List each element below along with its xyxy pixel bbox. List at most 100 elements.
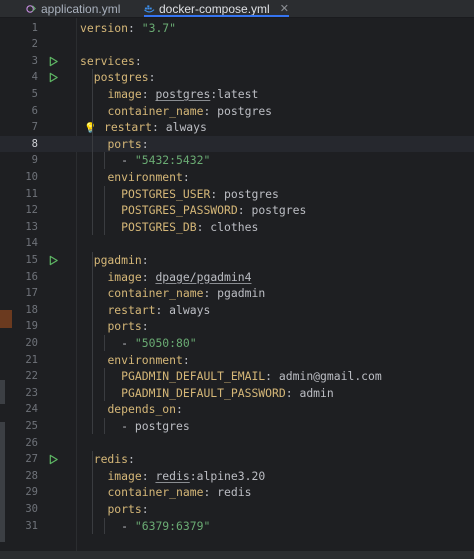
- line-number: 16: [25, 270, 38, 283]
- code-text: services:: [80, 53, 142, 70]
- line-number: 21: [25, 353, 38, 366]
- close-icon[interactable]: ✕: [280, 2, 289, 15]
- run-service-icon[interactable]: [48, 454, 59, 465]
- code-line[interactable]: 24 depends_on:: [0, 401, 474, 418]
- left-marker: [0, 380, 5, 404]
- code-line[interactable]: 10 environment:: [0, 169, 474, 186]
- code-line[interactable]: 25 - postgres: [0, 418, 474, 435]
- indent-guide: [104, 368, 105, 402]
- code-line[interactable]: 29 container_name: redis: [0, 484, 474, 501]
- tab-label: application.yml: [41, 1, 121, 16]
- code-line[interactable]: 31 - "6379:6379": [0, 518, 474, 535]
- code-text: - "5050:80": [80, 335, 197, 352]
- line-number: 25: [25, 419, 38, 432]
- line-number: 5: [31, 87, 38, 100]
- yaml-string: "6379:6379": [134, 518, 211, 533]
- code-line[interactable]: 1 version: "3.7": [0, 20, 474, 37]
- yaml-value: : admin: [285, 385, 334, 400]
- yaml-key: ports: [107, 319, 142, 334]
- code-line[interactable]: 20 - "5050:80": [0, 335, 474, 352]
- indent-guide: [92, 251, 93, 435]
- yaml-value: postgres: [155, 86, 211, 101]
- code-line[interactable]: 13 POSTGRES_DB: clothes: [0, 219, 474, 236]
- run-service-icon[interactable]: [48, 56, 59, 67]
- code-text: container_name: redis: [80, 484, 251, 501]
- run-service-icon[interactable]: [48, 255, 59, 266]
- code-line[interactable]: 8 ports:: [0, 135, 474, 153]
- line-number: 31: [25, 519, 38, 532]
- code-line[interactable]: 11 POSTGRES_USER: postgres: [0, 186, 474, 203]
- yaml-value: :: [141, 86, 156, 101]
- line-number: 22: [25, 370, 38, 383]
- tab-application-yml[interactable]: application.yml: [26, 0, 120, 17]
- code-line[interactable]: 6 container_name: postgres: [0, 103, 474, 120]
- left-marker: [0, 310, 12, 328]
- yaml-value: :: [148, 70, 156, 85]
- code-text: image: postgres:latest: [80, 86, 258, 103]
- yaml-value: :: [141, 252, 149, 267]
- code-line[interactable]: 28 image: redis:alpine3.20: [0, 468, 474, 485]
- code-line[interactable]: 26: [0, 435, 474, 452]
- yaml-key: restart: [107, 302, 156, 317]
- yaml-key: POSTGRES_USER: [121, 186, 211, 201]
- line-number: 10: [25, 170, 38, 183]
- code-line[interactable]: 2: [0, 36, 474, 53]
- yaml-key: ports: [107, 136, 142, 151]
- code-text: restart: always: [104, 119, 207, 136]
- code-line[interactable]: 19 ports:: [0, 318, 474, 335]
- code-line[interactable]: 4 postgres:: [0, 69, 474, 86]
- code-line[interactable]: 22 PGADMIN_DEFAULT_EMAIL: admin@gmail.co…: [0, 368, 474, 385]
- code-line[interactable]: 30 ports:: [0, 501, 474, 518]
- line-number: 17: [25, 287, 38, 300]
- yaml-value: : postgres: [203, 103, 273, 118]
- yaml-value: dpage/pgadmin4: [155, 269, 252, 284]
- code-line[interactable]: 27 redis:: [0, 451, 474, 468]
- yaml-key: image: [107, 86, 142, 101]
- yaml-key: depends_on: [107, 402, 177, 417]
- code-text: PGADMIN_DEFAULT_EMAIL: admin@gmail.com: [80, 368, 382, 385]
- line-number: 13: [25, 220, 38, 233]
- yaml-value: : postgres: [210, 186, 279, 201]
- docker-icon: [144, 5, 155, 13]
- code-line[interactable]: 17 container_name: pgadmin: [0, 285, 474, 302]
- yaml-string: "5050:80": [134, 335, 197, 350]
- yaml-value: :: [176, 402, 183, 417]
- code-line[interactable]: 12 POSTGRES_PASSWORD: postgres: [0, 202, 474, 219]
- yaml-value: redis: [155, 468, 190, 483]
- yaml-value: : redis: [203, 485, 252, 500]
- yaml-value: :: [141, 319, 149, 334]
- yaml-value: :: [128, 452, 135, 467]
- code-line[interactable]: 16 image: dpage/pgadmin4: [0, 269, 474, 286]
- code-line[interactable]: 15 pgadmin:: [0, 252, 474, 269]
- code-line[interactable]: 23 PGADMIN_DEFAULT_PASSWORD: admin: [0, 385, 474, 402]
- code-line[interactable]: 5 image: postgres:latest: [0, 86, 474, 103]
- tab-docker-compose-yml[interactable]: docker-compose.yml ✕: [144, 0, 289, 17]
- code-editor[interactable]: 1 version: "3.7" 2 3 services: 4 postgres: 5 i…: [0, 18, 474, 559]
- code-text: - "6379:6379": [80, 518, 210, 535]
- code-line[interactable]: 3 services:: [0, 53, 474, 70]
- code-line[interactable]: 7 restart: always 💡: [0, 119, 474, 136]
- indent-guide: [104, 417, 105, 435]
- yaml-key: postgres: [93, 70, 149, 85]
- run-service-icon[interactable]: [48, 72, 59, 83]
- code-line[interactable]: 14: [0, 235, 474, 252]
- code-text: - "5432:5432": [80, 152, 210, 169]
- code-line[interactable]: 18 restart: always: [0, 302, 474, 319]
- code-line[interactable]: 21 environment:: [0, 352, 474, 369]
- yaml-key: POSTGRES_PASSWORD: [121, 203, 238, 218]
- yaml-value: :latest: [210, 86, 259, 101]
- yaml-key: image: [107, 468, 142, 483]
- code-line[interactable]: 9 - "5432:5432": [0, 152, 474, 169]
- code-text: redis:: [80, 451, 135, 468]
- line-number: 30: [25, 502, 38, 515]
